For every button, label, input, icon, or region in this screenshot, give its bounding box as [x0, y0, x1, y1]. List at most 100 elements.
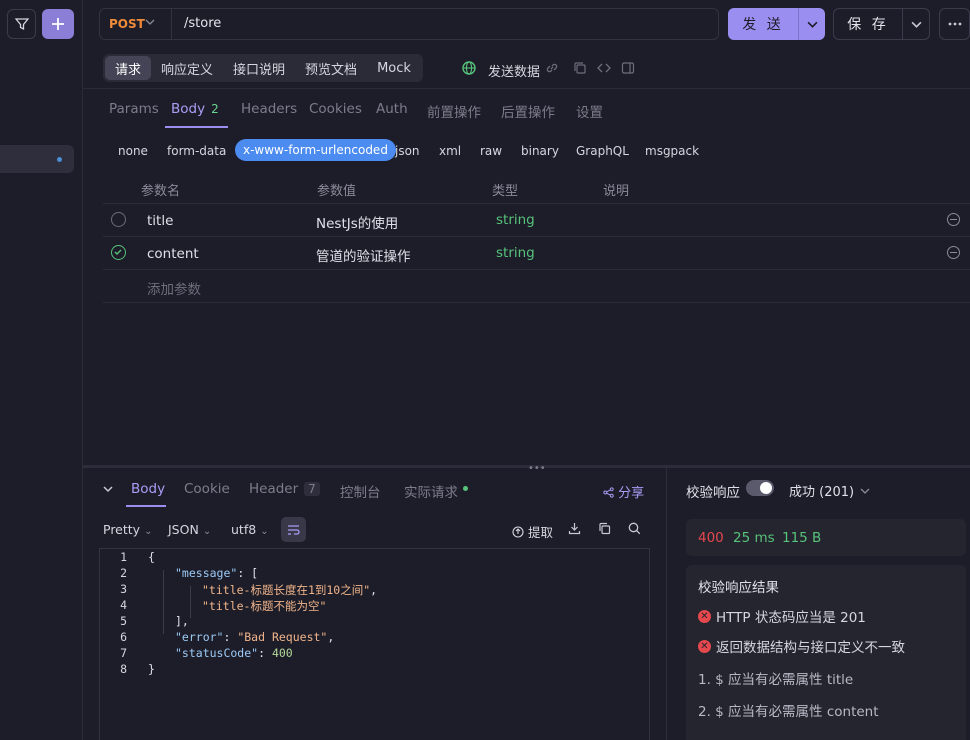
body-type-raw[interactable]: raw [480, 144, 502, 158]
chevron-down-icon: ⌄ [260, 526, 269, 537]
code-line: 3 "title-标题长度在1到10之间", [100, 582, 377, 598]
tab-body[interactable]: Body 2 [171, 101, 219, 117]
tab-preview-doc[interactable]: 预览文档 [295, 56, 367, 80]
more-button[interactable] [939, 8, 970, 40]
divider [103, 203, 970, 204]
tab-auth[interactable]: Auth [376, 101, 408, 117]
line-number: 4 [120, 598, 127, 612]
body-type-xml[interactable]: xml [439, 144, 461, 158]
copy-icon[interactable] [573, 61, 587, 75]
active-tab-indicator [165, 126, 228, 128]
validate-response-toggle[interactable] [746, 480, 774, 496]
divider [103, 236, 970, 237]
code-icon[interactable] [597, 61, 611, 75]
send-button[interactable]: 发 送 [728, 8, 798, 40]
extract-icon [512, 526, 524, 538]
body-type-form-data[interactable]: form-data [167, 144, 226, 158]
divider [171, 9, 172, 39]
error-text: HTTP 状态码应当是 201 [716, 610, 866, 626]
response-tab-cookie[interactable]: Cookie [184, 481, 230, 497]
search-icon[interactable] [628, 522, 641, 535]
tab-response-definition[interactable]: 响应定义 [151, 56, 223, 80]
save-dropdown-button[interactable] [902, 8, 930, 40]
body-type-json[interactable]: json [395, 144, 420, 158]
body-type-none[interactable]: none [118, 144, 148, 158]
unsaved-dot-icon [57, 157, 62, 162]
json-punct: : [258, 646, 272, 660]
chevron-down-icon: ⌄ [202, 526, 212, 537]
code-text: "title-标题长度在1到10之间", [202, 582, 377, 598]
word-wrap-button[interactable] [281, 517, 306, 542]
remove-row-icon[interactable] [947, 213, 960, 226]
status-code: 400 [698, 530, 724, 546]
method-select[interactable]: POST [109, 17, 145, 31]
validation-error: ✕ 返回数据结构与接口定义不一致 [698, 636, 905, 656]
copy-icon[interactable] [598, 522, 611, 535]
tab-cookies[interactable]: Cookies [309, 101, 362, 117]
code-text: } [148, 662, 155, 676]
drag-handle-icon[interactable]: ••• [528, 463, 546, 474]
remove-row-icon[interactable] [947, 246, 960, 259]
param-name[interactable]: content [147, 246, 199, 262]
filter-button[interactable] [7, 9, 36, 39]
param-value[interactable]: NestJs的使用 [316, 212, 398, 232]
json-punct: , [370, 583, 378, 597]
json-select[interactable]: JSON ⌄ [168, 522, 211, 537]
download-icon[interactable] [568, 522, 581, 535]
collapse-chevron-icon[interactable] [103, 484, 113, 494]
url-input[interactable]: /store [184, 16, 221, 31]
tab-params[interactable]: Params [109, 101, 159, 117]
code-text: "statusCode": 400 [175, 646, 293, 662]
tab-pre-operations[interactable]: 前置操作 [427, 101, 481, 121]
divider [103, 269, 970, 270]
row-checkbox-checked[interactable] [111, 245, 126, 260]
filter-icon [14, 18, 29, 31]
add-button[interactable] [42, 9, 74, 39]
save-button[interactable]: 保 存 [833, 8, 903, 40]
tab-mock[interactable]: Mock [367, 56, 421, 80]
link-icon[interactable] [545, 61, 559, 75]
encoding-select[interactable]: utf8 ⌄ [231, 522, 269, 537]
share-button[interactable]: 分享 [603, 482, 644, 501]
body-type-urlencoded[interactable]: x-www-form-urlencoded [235, 139, 396, 161]
tab-settings[interactable]: 设置 [576, 101, 603, 121]
response-tab-body[interactable]: Body [131, 481, 165, 497]
response-tab-header[interactable]: Header 7 [249, 481, 320, 497]
header-count-badge: 7 [304, 482, 320, 496]
tab-api-description[interactable]: 接口说明 [223, 56, 295, 80]
json-key: "error" [175, 630, 224, 644]
tab-request[interactable]: 请求 [105, 56, 152, 80]
code-line: 2 "message": [ [100, 566, 258, 582]
send-data-label[interactable]: 发送数据 [488, 61, 540, 80]
row-checkbox[interactable] [111, 212, 126, 227]
panel-splitter[interactable] [83, 465, 970, 468]
response-tab-actual-request[interactable]: 实际请求 [404, 481, 468, 501]
sidebar-item-selected[interactable] [0, 145, 74, 173]
add-param-input[interactable]: 添加参数 [147, 278, 201, 298]
panel-splitter[interactable] [666, 468, 667, 740]
line-number: 8 [120, 662, 127, 676]
param-name[interactable]: title [147, 213, 173, 229]
error-icon: ✕ [698, 639, 711, 653]
tab-post-operations[interactable]: 后置操作 [501, 101, 555, 121]
code-text: "title-标题不能为空" [202, 598, 326, 614]
response-definition-select[interactable]: 成功 (201) [789, 481, 870, 500]
param-type[interactable]: string [496, 212, 535, 228]
body-type-graphql[interactable]: GraphQL [576, 144, 629, 158]
response-tab-console[interactable]: 控制台 [340, 481, 381, 501]
body-type-msgpack[interactable]: msgpack [645, 144, 699, 158]
extract-button[interactable]: 提取 [512, 522, 553, 541]
encoding-label: utf8 [231, 522, 257, 537]
tab-headers[interactable]: Headers [241, 101, 297, 117]
panel-icon[interactable] [621, 61, 635, 75]
active-tab-indicator [126, 505, 166, 507]
pretty-select[interactable]: Pretty ⌄ [103, 522, 152, 537]
divider [103, 302, 970, 303]
body-type-binary[interactable]: binary [521, 144, 559, 158]
chevron-down-icon[interactable] [145, 16, 155, 30]
param-value[interactable]: 管道的验证操作 [316, 245, 411, 265]
json-label: JSON [168, 522, 199, 537]
send-dropdown-button[interactable] [798, 8, 825, 40]
param-type[interactable]: string [496, 245, 535, 261]
response-tab-header-label: Header [249, 481, 299, 497]
